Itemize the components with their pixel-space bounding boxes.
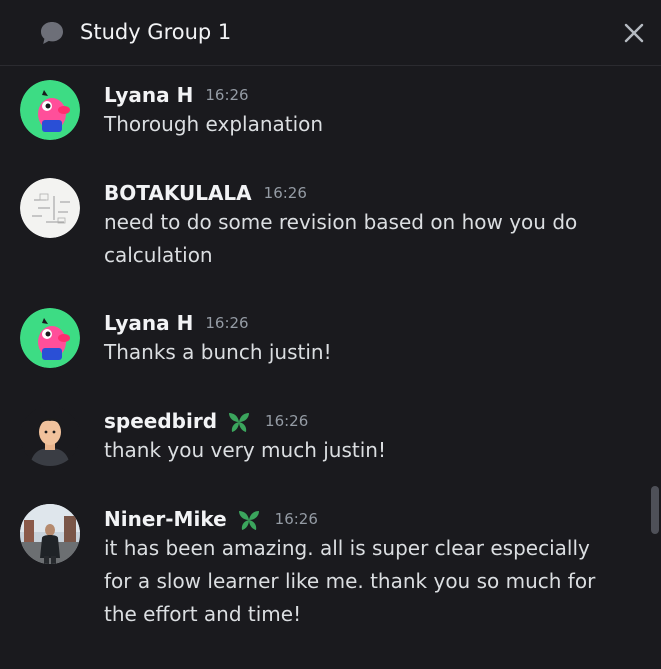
timestamp: 16:26: [274, 510, 318, 528]
message-header: Niner-Mike 16:26: [104, 504, 318, 534]
scrollbar-thumb[interactable]: [651, 486, 659, 534]
username[interactable]: Niner-Mike: [104, 504, 227, 534]
thread-title: Study Group 1: [80, 20, 232, 44]
close-icon[interactable]: [620, 19, 648, 47]
leaf-badge-icon[interactable]: [235, 505, 263, 533]
timestamp: 16:26: [265, 412, 309, 430]
timestamp: 16:26: [205, 86, 249, 104]
message-list[interactable]: Lyana H 16:26 Thorough explanation BOTAKU…: [0, 67, 661, 669]
message-text: Thanks a bunch justin!: [104, 340, 332, 364]
cartoon-man-avatar-icon: [20, 406, 80, 466]
avatar[interactable]: [20, 80, 80, 140]
thread-header: Study Group 1: [0, 0, 661, 66]
message-header: Lyana H 16:26: [104, 308, 249, 338]
message-text: thank you very much justin!: [104, 438, 386, 462]
message-text: need to do some revision based on how yo…: [104, 210, 578, 267]
avatar[interactable]: [20, 504, 80, 564]
message-text: Thorough explanation: [104, 112, 324, 136]
pink-bird-avatar-icon: [20, 308, 80, 368]
leaf-badge-icon[interactable]: [225, 407, 253, 435]
photo-avatar-icon: [20, 504, 80, 564]
username[interactable]: BOTAKULALA: [104, 178, 252, 208]
avatar[interactable]: [20, 406, 80, 466]
avatar[interactable]: [20, 178, 80, 238]
timestamp: 16:26: [263, 184, 307, 202]
sketch-avatar-icon: [20, 178, 80, 238]
thread-bubble-icon: [41, 22, 63, 44]
message-text: it has been amazing. all is super clear …: [104, 536, 596, 626]
timestamp: 16:26: [205, 314, 249, 332]
message-header: Lyana H 16:26: [104, 80, 249, 110]
message-header: BOTAKULALA 16:26: [104, 178, 307, 208]
username[interactable]: Lyana H: [104, 80, 193, 110]
pink-bird-avatar-icon: [20, 80, 80, 140]
username[interactable]: speedbird: [104, 406, 217, 436]
message-header: speedbird 16:26: [104, 406, 308, 436]
avatar[interactable]: [20, 308, 80, 368]
thread-window: Study Group 1 Lyana H 16:26 Thorough exp…: [0, 0, 661, 669]
username[interactable]: Lyana H: [104, 308, 193, 338]
